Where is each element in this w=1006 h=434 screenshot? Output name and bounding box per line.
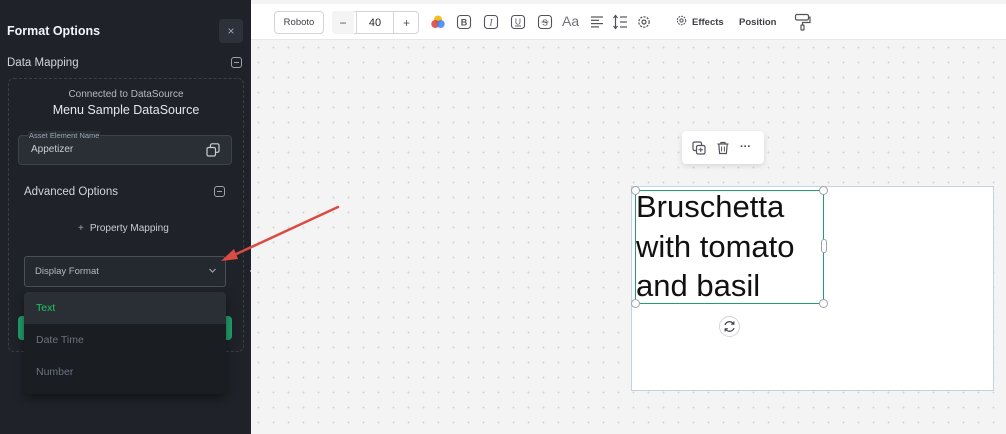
option-text[interactable]: Text [24,292,226,324]
copy-icon[interactable] [206,143,220,157]
text-line: Bruschetta [636,189,785,224]
close-button[interactable]: × [219,19,243,43]
effects-button[interactable]: Effects [692,17,724,28]
more-options-icon[interactable]: ··· [740,141,751,153]
font-size-value[interactable]: 40 [356,11,394,34]
display-format-label: Display Format [35,266,99,277]
settings-icon[interactable] [636,14,652,30]
effects-icon [676,15,687,26]
decrease-font-button[interactable]: − [332,11,354,34]
option-number[interactable]: Number [24,356,226,388]
font-family-select[interactable]: Roboto [274,11,324,34]
datasource-name: Menu Sample DataSource [52,103,200,117]
plus-icon: + [78,223,84,234]
property-mapping-button[interactable]: + Property Mapping [78,223,169,234]
text-line: with tomato [636,228,795,264]
resize-handle-bottom-right[interactable] [819,299,828,308]
advanced-options-collapse-icon[interactable] [214,186,225,197]
svg-text:U: U [515,17,521,27]
font-size-icon[interactable]: Aa [562,13,579,29]
property-mapping-label: Property Mapping [89,223,169,234]
rotate-button[interactable] [719,316,740,337]
resize-handle-bottom-left[interactable] [631,299,640,308]
display-format-dropdown: Text Date Time Number [24,292,226,394]
data-mapping-title: Data Mapping [7,57,79,69]
svg-text:B: B [461,18,468,28]
advanced-options-title: Advanced Options [24,186,118,198]
rotate-icon [724,321,735,332]
resize-handle-top-right[interactable] [819,186,828,195]
duplicate-icon[interactable] [692,141,706,155]
resize-handle-right[interactable] [821,239,827,253]
asset-element-value: Appetizer [31,144,74,155]
panel-title: Format Options [7,24,101,38]
svg-text:I: I [489,18,494,28]
close-icon: × [227,24,235,38]
resize-handle-top-left[interactable] [631,186,640,195]
color-palette-icon[interactable] [430,14,446,30]
asset-element-label: Asset Element Name [28,131,101,140]
connected-label: Connected to DataSource [68,89,184,100]
trash-icon[interactable] [716,141,730,155]
position-button[interactable]: Position [739,17,776,28]
format-painter-icon[interactable] [794,13,811,31]
increase-font-button[interactable]: + [395,11,418,34]
align-icon[interactable] [589,14,605,30]
text-line: and basil [636,268,761,303]
data-mapping-collapse-icon[interactable] [231,57,242,68]
bold-icon[interactable]: B [456,14,472,30]
text-element-content: Bruschetta with tomato and basil [636,187,866,306]
line-height-icon[interactable] [612,14,628,30]
strikethrough-icon[interactable]: S [537,14,553,30]
italic-icon[interactable]: I [483,14,499,30]
chevron-down-icon [209,268,216,273]
underline-icon[interactable]: U [510,14,526,30]
option-date-time[interactable]: Date Time [24,324,226,356]
